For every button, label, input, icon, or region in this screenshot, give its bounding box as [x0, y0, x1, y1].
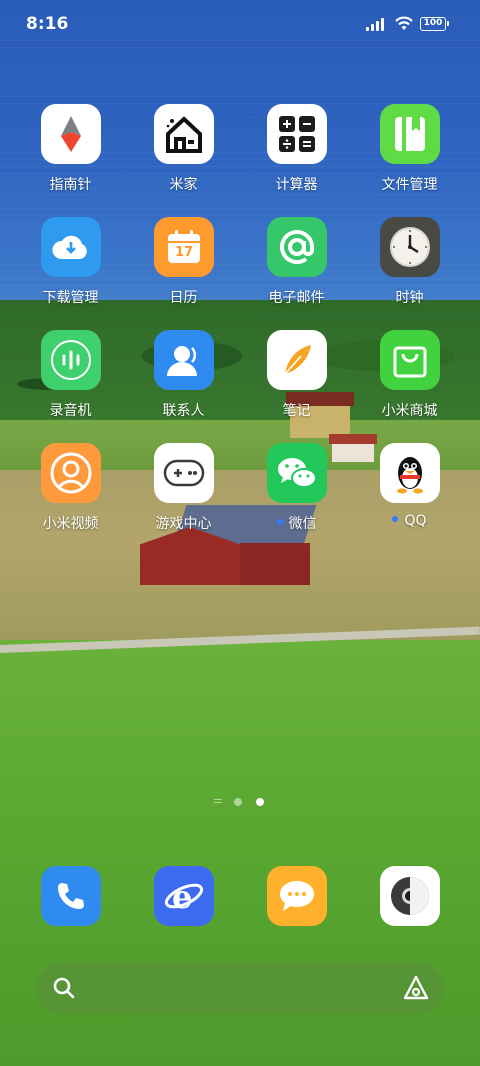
app-label: 电子邮件: [268, 290, 325, 306]
clock-icon: [380, 217, 440, 277]
app-label: 时钟: [395, 290, 424, 306]
app-label: 录音机: [49, 403, 92, 419]
app-label: 日历: [169, 290, 198, 306]
app-contacts[interactable]: 联系人: [127, 330, 240, 443]
app-label: 指南针: [49, 177, 92, 193]
app-mi-store[interactable]: 小米商城: [353, 330, 466, 443]
app-label-text: 微信: [288, 516, 317, 532]
sound-wave-icon: [41, 330, 101, 390]
gamepad-icon: [154, 443, 214, 503]
signal-icon: [366, 17, 388, 31]
app-label: 笔记: [282, 403, 311, 419]
page-dot: [234, 798, 242, 806]
search-bar[interactable]: [36, 962, 444, 1014]
battery-icon: 100: [420, 17, 449, 31]
app-email[interactable]: 电子邮件: [240, 217, 353, 330]
app-label: 小米商城: [381, 403, 438, 419]
dock-camera[interactable]: [353, 866, 466, 926]
app-label: 文件管理: [381, 177, 438, 193]
app-calculator[interactable]: 计算器: [240, 104, 353, 217]
wechat-icon: [267, 443, 327, 503]
page-dot-active: [256, 798, 264, 806]
app-file-manager[interactable]: 文件管理: [353, 104, 466, 217]
app-label-text: QQ: [404, 513, 427, 529]
mi-home-icon: [154, 104, 214, 164]
calculator-icon: [267, 104, 327, 164]
calendar-icon: 17: [154, 217, 214, 277]
app-label: QQ: [353, 513, 466, 529]
dock-browser[interactable]: e: [127, 866, 240, 926]
svg-text:e: e: [172, 878, 192, 916]
app-downloads[interactable]: 下载管理: [14, 217, 127, 330]
app-label: 计算器: [275, 177, 318, 193]
page-indicator[interactable]: [212, 798, 272, 808]
app-qq[interactable]: QQ: [353, 443, 466, 556]
app-notes[interactable]: 笔记: [240, 330, 353, 443]
wifi-icon: [395, 16, 413, 30]
calendar-day: 17: [174, 245, 194, 260]
browser-e-icon: e: [154, 866, 214, 926]
new-install-dot: [392, 516, 399, 522]
menu-page-dots: [214, 799, 222, 805]
app-game-center[interactable]: 游戏中心: [127, 443, 240, 556]
compass-icon: [41, 104, 101, 164]
app-clock[interactable]: 时钟: [353, 217, 466, 330]
app-label: 米家: [169, 177, 198, 193]
app-recorder[interactable]: 录音机: [14, 330, 127, 443]
app-compass[interactable]: 指南针: [14, 104, 127, 217]
message-bubble-icon: [267, 866, 327, 926]
dock-phone[interactable]: [14, 866, 127, 926]
new-install-dot: [276, 519, 283, 525]
app-mi-home[interactable]: 米家: [127, 104, 240, 217]
search-icon: [53, 977, 75, 999]
app-mi-video[interactable]: 小米视频: [14, 443, 127, 556]
dock-messages[interactable]: [240, 866, 353, 926]
status-bar: 8:16 100: [0, 0, 480, 48]
app-label: 下载管理: [42, 290, 99, 306]
assistant-icon[interactable]: [402, 974, 430, 1002]
video-person-icon: [41, 443, 101, 503]
phone-icon: [41, 866, 101, 926]
app-label: 联系人: [162, 403, 205, 419]
shopping-bag-icon: [380, 330, 440, 390]
camera-lens-icon: [380, 866, 440, 926]
cloud-download-icon: [41, 217, 101, 277]
feather-icon: [267, 330, 327, 390]
at-sign-icon: [267, 217, 327, 277]
app-label: 游戏中心: [155, 516, 212, 532]
app-wechat[interactable]: 微信: [240, 443, 353, 556]
folder-icon: [380, 104, 440, 164]
app-label: 小米视频: [42, 516, 99, 532]
app-label: 微信: [240, 513, 353, 533]
person-icon: [154, 330, 214, 390]
qq-penguin-icon: [380, 443, 440, 503]
app-calendar[interactable]: 17 日历: [127, 217, 240, 330]
status-time: 8:16: [26, 14, 69, 34]
